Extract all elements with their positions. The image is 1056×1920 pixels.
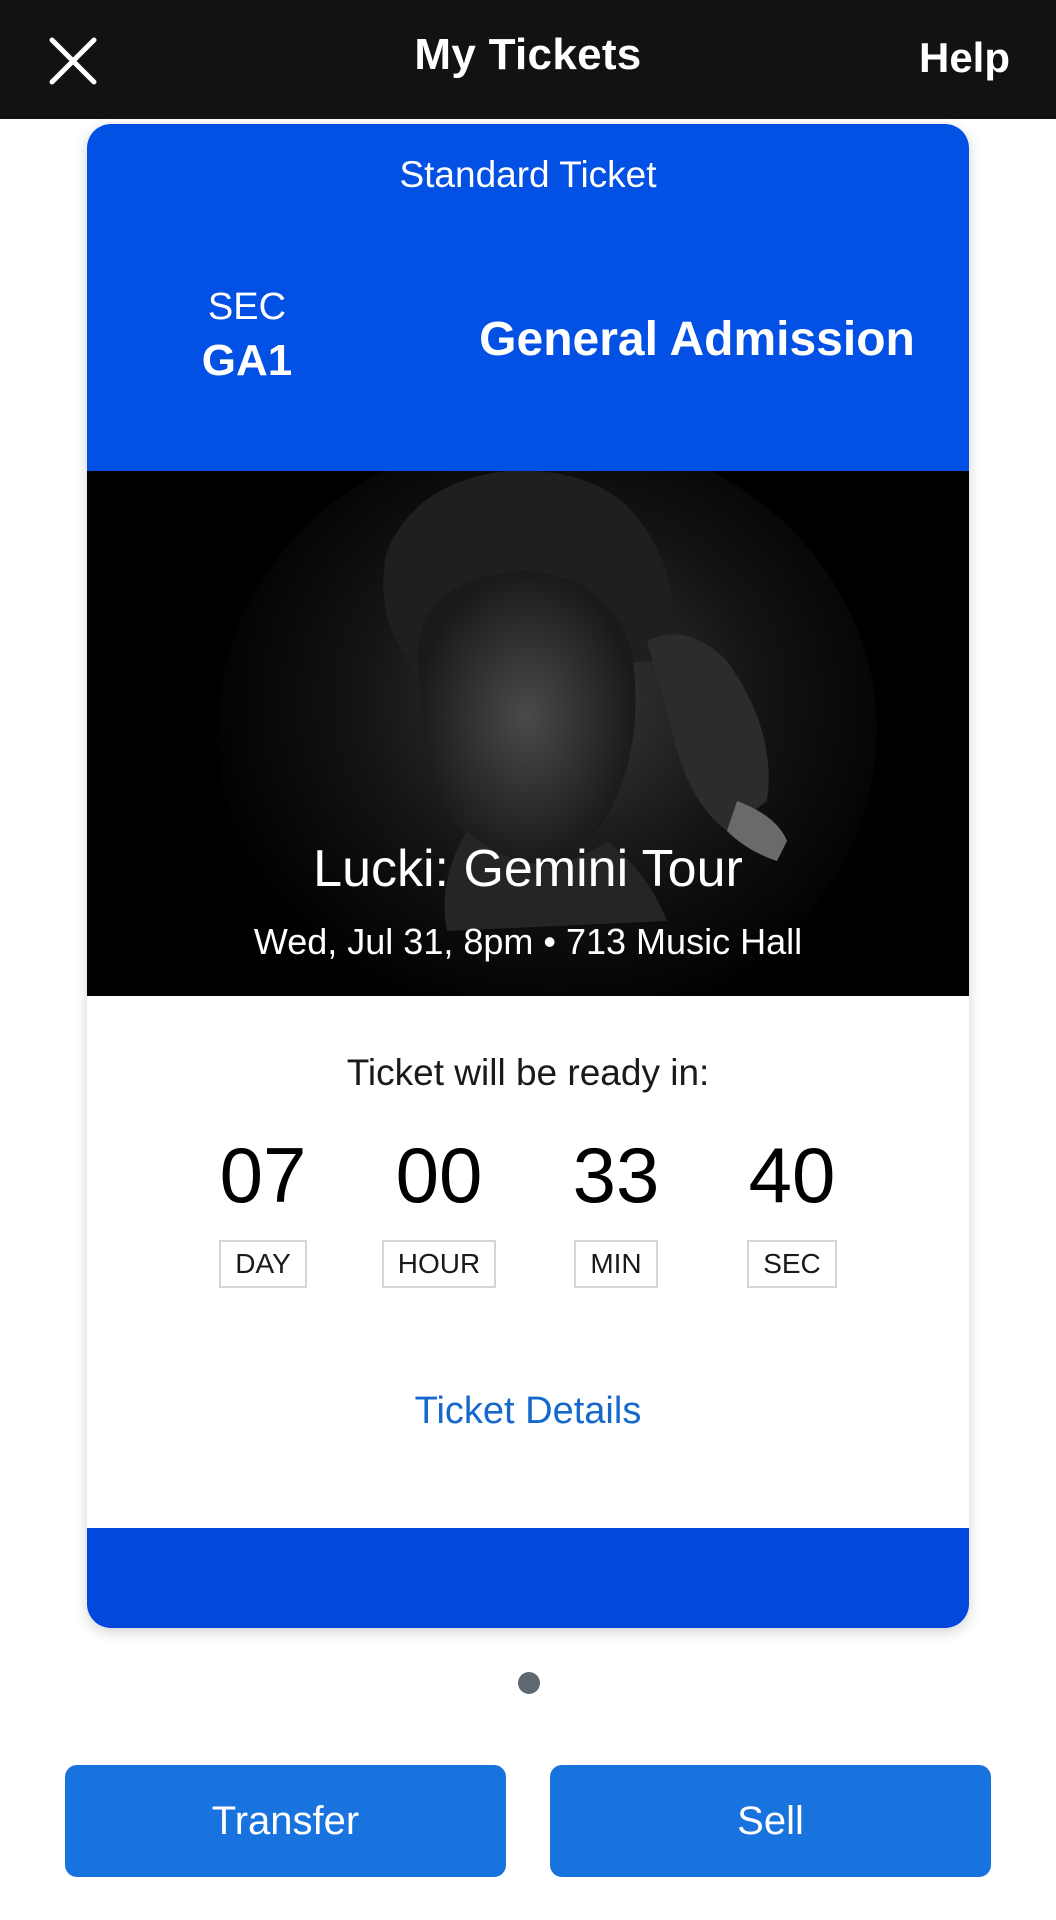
event-image: Lucki: Gemini Tour Wed, Jul 31, 8pm • 71… <box>87 471 969 996</box>
ticket-details-link[interactable]: Ticket Details <box>87 1390 969 1433</box>
artist-photo <box>87 471 969 996</box>
countdown-label: DAY <box>219 1240 307 1288</box>
ticket-footer <box>87 1528 969 1628</box>
countdown-hours: 00 HOUR <box>364 1134 514 1288</box>
ticket-header: Standard Ticket SEC GA1 General Admissio… <box>87 124 969 471</box>
ticket-type-label: Standard Ticket <box>399 154 657 195</box>
section-value: GA1 <box>201 336 293 385</box>
countdown-label: HOUR <box>381 1240 497 1288</box>
countdown-seconds: 40 SEC <box>717 1134 867 1288</box>
event-date-venue: Wed, Jul 31, 8pm • 713 Music Hall <box>253 921 803 962</box>
countdown-value: 07 <box>219 1131 307 1219</box>
countdown-days: 07 DAY <box>188 1134 338 1288</box>
ticket-card[interactable]: Standard Ticket SEC GA1 General Admissio… <box>87 124 969 1628</box>
page-title: My Tickets <box>414 30 642 79</box>
sell-button[interactable]: Sell <box>550 1765 991 1877</box>
transfer-button[interactable]: Transfer <box>65 1765 506 1877</box>
help-link[interactable]: Help <box>919 34 1010 82</box>
countdown-minutes: 33 MIN <box>541 1134 691 1288</box>
countdown-value: 33 <box>572 1131 660 1219</box>
event-name: Lucki: Gemini Tour <box>313 840 743 898</box>
countdown-section: Ticket will be ready in: 07 DAY 00 HOUR … <box>87 996 969 1528</box>
page-indicator-dot <box>518 1672 540 1694</box>
countdown-value: 40 <box>748 1131 836 1219</box>
section-label: SEC <box>207 286 287 328</box>
countdown-value: 00 <box>395 1131 483 1219</box>
admission-type: General Admission <box>479 313 915 366</box>
countdown-label: MIN <box>574 1240 658 1288</box>
ready-message: Ticket will be ready in: <box>346 1052 710 1093</box>
countdown-label: SEC <box>747 1240 837 1288</box>
top-bar: My Tickets Help <box>0 0 1056 119</box>
